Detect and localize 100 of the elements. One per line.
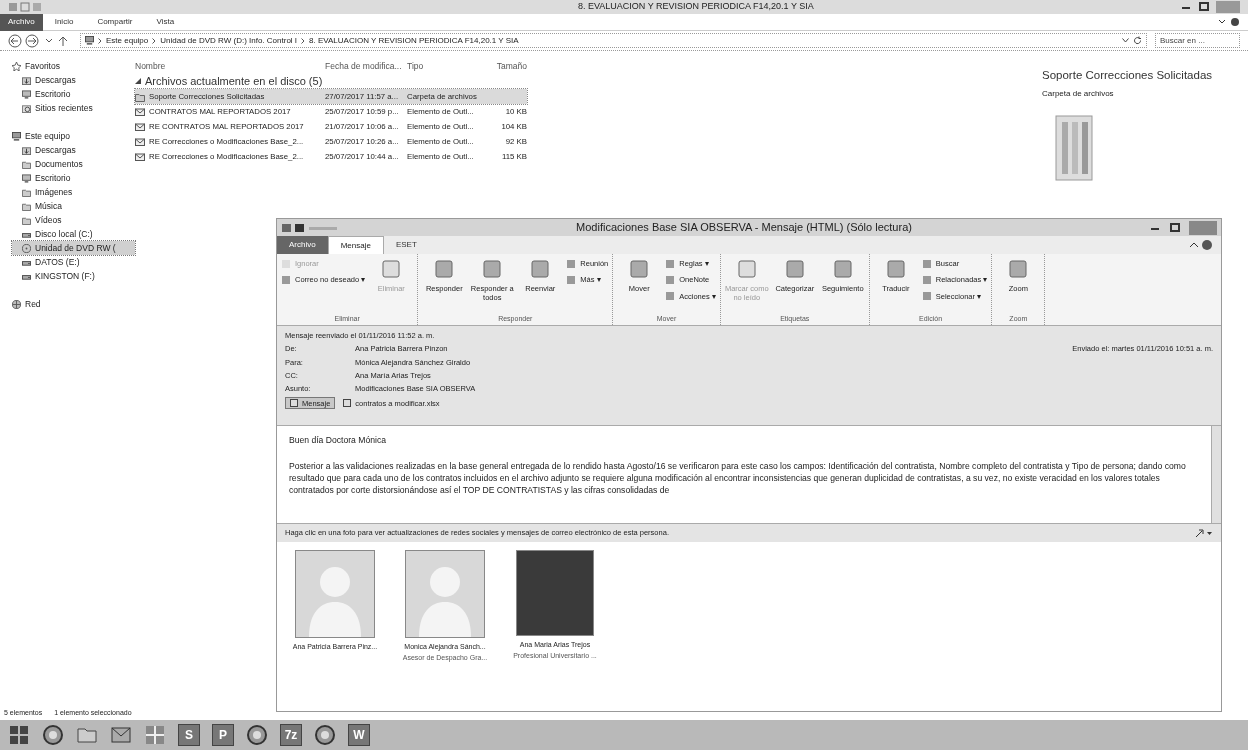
download-folder-icon	[22, 145, 31, 155]
nav-item[interactable]: Música	[12, 199, 135, 213]
column-header[interactable]: Nombre	[135, 59, 325, 73]
expand-icon[interactable]	[1195, 528, 1213, 538]
nav-item[interactable]: Disco local (C:)	[12, 227, 135, 241]
action-icon	[921, 258, 932, 269]
nav-item[interactable]: Red	[12, 297, 135, 311]
photo-placeholder[interactable]	[516, 550, 594, 636]
star-icon	[12, 61, 21, 71]
chevron-icon[interactable]	[98, 37, 102, 44]
action-icon	[665, 291, 676, 302]
chevron-icon[interactable]	[152, 37, 157, 44]
group-header: Archivos actualmente en el disco (5)	[145, 73, 323, 89]
window-title: Modificaciones Base SIA OBSERVA - Mensaje (HTML) (Sólo lectura)	[576, 220, 912, 236]
address-bar[interactable]: Este equipo Unidad de DVD RW (D:) Info. Control I 8. EVALUACION Y REVISION PERIODICA F14,20.1 Y SIA	[80, 33, 1147, 48]
column-header[interactable]: Tamaño	[487, 59, 527, 73]
nav-item[interactable]: Escritorio	[12, 171, 135, 185]
action-icon	[783, 258, 806, 280]
nav-item[interactable]: Imágenes	[12, 185, 135, 199]
action-icon	[566, 274, 577, 285]
action-icon	[831, 258, 854, 280]
ribbon-tab[interactable]: Mensaje	[327, 236, 384, 254]
ribbon-tab[interactable]: Inicio	[42, 13, 86, 31]
download-folder-icon	[22, 75, 31, 85]
help-icon[interactable]	[1189, 239, 1213, 251]
column-header[interactable]: Fecha de modifica...	[325, 59, 407, 73]
nav-item[interactable]: Descargas	[12, 143, 135, 157]
column-header[interactable]: Tipo	[407, 59, 487, 73]
browser-icon[interactable]	[42, 724, 64, 746]
preview-title: Soporte Correcciones Solicitadas	[1042, 68, 1214, 83]
taskbar-app-button[interactable]: P	[212, 724, 234, 746]
window-controls-icon[interactable]	[1180, 1, 1240, 13]
action-icon	[665, 274, 676, 285]
action-icon	[921, 291, 932, 302]
message-paragraph: Posterior a las validaciones realizadas en la base general entregada de lo rendido hasta Agosto/16 se verificaron para este caso los campos: Identificación del contratista, Nombre completo del contratista y Tipo de persona; dando como resultado que para cada uno de los contratos incluidos en el archivo adjunto se requiere alguna modificación al encontrar inconsistencias que generan duplicidad de contratistas, a su vez, no existe veracidad en los valores totales contratados por corte distorsionándose así el TOP DE CONTRATISTAS y las cifras consolidadas de	[289, 460, 1187, 496]
start-icon[interactable]	[8, 724, 30, 746]
scrollbar[interactable]	[1211, 426, 1221, 523]
search-field[interactable]: Buscar en ...	[1155, 33, 1240, 48]
chevron-icon[interactable]	[301, 37, 306, 44]
computer-icon	[12, 131, 21, 141]
breadcrumb-item[interactable]: Unidad de DVD RW (D:) Info. Control I	[160, 34, 298, 47]
mail-item-icon	[135, 106, 145, 117]
nav-item[interactable]: Escritorio	[12, 87, 135, 101]
action-icon	[433, 258, 456, 280]
ribbon-tab[interactable]: Archivo	[277, 236, 328, 254]
nav-item[interactable]: DATOS (E:)	[12, 255, 135, 269]
action-icon	[529, 258, 552, 280]
avatar-silhouette[interactable]	[295, 550, 375, 638]
action-icon	[665, 258, 676, 269]
taskbar-app-button[interactable]: S	[178, 724, 200, 746]
mail-app-icon[interactable]	[110, 724, 132, 746]
ribbon-tab[interactable]: Vista	[144, 13, 187, 31]
mail-item-icon	[135, 151, 145, 162]
action-icon	[1007, 258, 1030, 280]
action-icon	[281, 274, 291, 285]
preview-subtitle: Carpeta de archivos	[1042, 88, 1115, 101]
action-icon	[566, 258, 577, 269]
folder-icon	[135, 91, 145, 102]
attachment-icon	[343, 399, 352, 408]
taskbar-app-button[interactable]: 7z	[280, 724, 302, 746]
action-icon	[628, 258, 651, 280]
disc-drive-icon	[22, 243, 31, 253]
avatar-silhouette[interactable]	[405, 550, 485, 638]
ribbon-tab[interactable]: Compartir	[85, 13, 145, 31]
ribbon-tab[interactable]: ESET	[383, 236, 429, 254]
nav-item[interactable]: KINGSTON (F:)	[12, 269, 135, 283]
mail-item-icon	[135, 136, 145, 147]
attachment-icon	[290, 399, 298, 408]
action-icon	[481, 258, 504, 280]
message-paragraph: Buen día Doctora Mónica	[289, 434, 387, 446]
computer-icon	[85, 36, 94, 45]
breadcrumb-item[interactable]: 8. EVALUACION Y REVISION PERIODICA F14,20.1 Y SIA	[309, 34, 519, 47]
recent-places-icon	[22, 103, 31, 113]
action-icon	[380, 258, 403, 280]
collapse-caret-icon[interactable]	[135, 78, 141, 84]
action-icon	[921, 274, 932, 285]
network-icon	[12, 299, 21, 309]
grid-app-icon[interactable]	[144, 724, 166, 746]
nav-item[interactable]: Este equipo	[12, 129, 135, 143]
breadcrumb-item[interactable]: Este equipo	[106, 34, 149, 47]
mail-item-icon	[135, 121, 145, 132]
browser-icon[interactable]	[314, 724, 336, 746]
nav-item[interactable]: Vídeos	[12, 213, 135, 227]
help-icon[interactable]	[1218, 17, 1240, 27]
refresh-icon[interactable]	[1133, 36, 1142, 45]
action-icon	[735, 258, 758, 280]
desktop-icon	[22, 89, 31, 99]
nav-item[interactable]: Documentos	[12, 157, 135, 171]
nav-item[interactable]: Favoritos	[12, 59, 135, 73]
dropdown-caret-icon[interactable]	[1122, 38, 1129, 43]
nav-item[interactable]: Unidad de DVD RW (	[12, 241, 135, 255]
taskbar-app-button[interactable]: W	[348, 724, 370, 746]
action-icon	[884, 258, 907, 280]
nav-item[interactable]: Sitios recientes	[12, 101, 135, 115]
folder-icon	[22, 159, 31, 169]
folder-icon	[1054, 112, 1094, 183]
window-title: 8. EVALUACION Y REVISION PERIODICA F14,20.1 Y SIA	[578, 0, 814, 14]
nav-item[interactable]: Descargas	[12, 73, 135, 87]
browser-icon[interactable]	[246, 724, 268, 746]
desktop-icon	[22, 173, 31, 183]
